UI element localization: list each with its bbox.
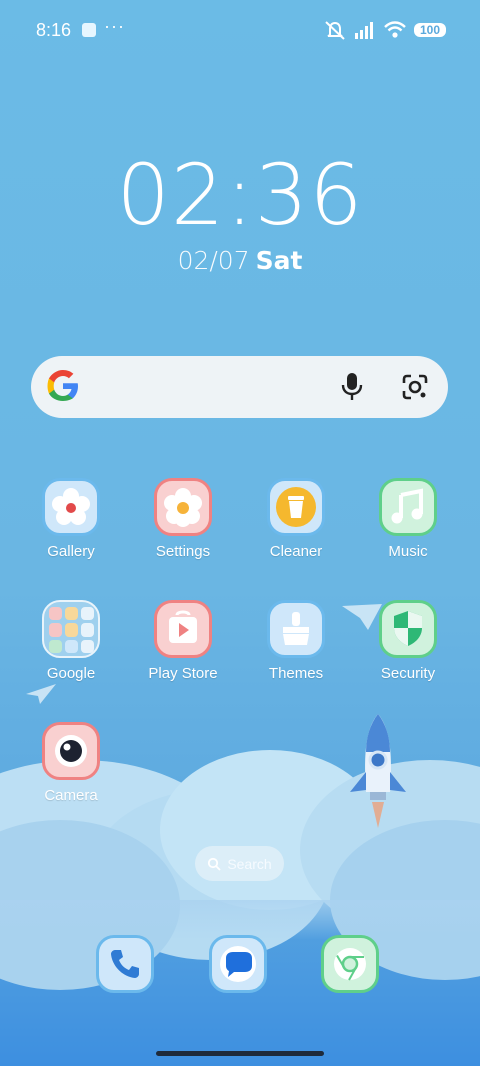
date-text: 02/07 [177,246,250,275]
app-themes[interactable]: Themes [240,600,352,682]
google-folder-icon [42,600,100,658]
app-gallery[interactable]: Gallery [15,478,127,560]
app-label: Themes [268,665,324,682]
settings-icon [154,478,212,536]
app-label: Settings [155,543,211,560]
google-search-bar[interactable] [31,356,448,418]
app-cleaner[interactable]: Cleaner [240,478,352,560]
battery-indicator: 100 [414,23,446,37]
app-label: Music [388,543,428,560]
google-logo-icon [47,370,78,401]
play-store-icon [154,600,212,658]
paper-plane-icon [26,684,56,704]
app-label: Google [46,665,96,682]
security-shield-icon [379,600,437,658]
themes-icon [267,600,325,658]
status-bar: 8:16 ··· 100 [0,0,480,60]
app-security[interactable]: Security [352,600,464,682]
more-notifications-icon: ··· [104,16,125,36]
dock-chrome[interactable] [321,935,379,993]
home-indicator[interactable] [156,1051,324,1056]
cleaner-icon [267,478,325,536]
camera-icon [42,722,100,780]
wifi-icon [384,21,406,38]
app-label: Play Store [148,665,218,682]
music-icon [379,478,437,536]
silent-mode-icon [325,21,345,40]
app-label: Security [380,665,436,682]
notification-app-icon [82,23,96,37]
status-icons: 100 [324,20,446,40]
app-label: Gallery [47,543,95,560]
clock-date[interactable]: 02/07 Sat [0,246,480,275]
dock-phone[interactable] [96,935,154,993]
search-icon [208,857,221,871]
status-time: 8:16 [36,20,72,40]
phone-icon [96,935,154,993]
app-settings[interactable]: Settings [127,478,239,560]
chrome-icon [321,935,379,993]
rocket-illustration [350,714,406,828]
gallery-icon [42,478,100,536]
app-search-button[interactable]: Search [195,846,284,881]
app-label: Camera [44,787,98,804]
weekday-text: Sat [255,246,303,275]
search-label: Search [227,855,272,872]
microphone-icon[interactable] [340,372,364,402]
signal-icon [355,22,373,39]
app-music[interactable]: Music [352,478,464,560]
clock-time[interactable]: 02:36 [0,150,480,240]
app-play-store[interactable]: Play Store [127,600,239,682]
app-label: Cleaner [269,543,323,560]
dock-messages[interactable] [209,935,267,993]
app-camera[interactable]: Camera [15,722,127,804]
messages-icon [209,935,267,993]
folder-google[interactable]: Google [15,600,127,682]
google-lens-icon[interactable] [401,373,429,401]
